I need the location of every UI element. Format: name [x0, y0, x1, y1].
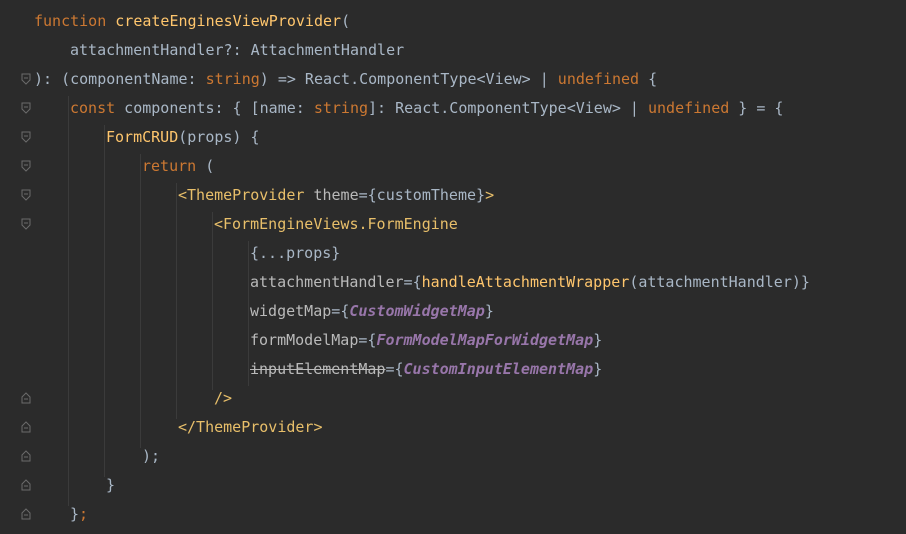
function-name: createEnginesViewProvider [115, 12, 342, 30]
code-line[interactable]: attachmentHandler?: AttachmentHandler [70, 36, 404, 65]
code-text: { [639, 70, 658, 88]
keyword: undefined [648, 99, 730, 117]
code-line[interactable]: const components: { [name: string]: Reac… [70, 94, 783, 123]
code-text: } [70, 505, 80, 523]
keyword: function [34, 12, 107, 30]
code-line[interactable]: <FormEngineViews.FormEngine [214, 210, 458, 239]
code-text: (props) { [178, 128, 260, 146]
fold-close-icon[interactable] [20, 392, 32, 404]
jsx-tag: > [485, 186, 495, 204]
keyword: string [205, 70, 260, 88]
code-text: ]: React.ComponentType<View> | [368, 99, 648, 117]
punctuation: { [394, 360, 404, 378]
punctuation: } [593, 360, 603, 378]
deprecated-attribute: inputElementMap [250, 360, 386, 378]
code-text: ): (componentName: [34, 70, 206, 88]
jsx-tag: /> [214, 389, 233, 407]
jsx-tag: <FormEngineViews.FormEngine [214, 215, 458, 233]
code-line[interactable]: return ( [142, 152, 214, 181]
fold-open-icon[interactable] [20, 131, 32, 143]
keyword: string [313, 99, 369, 117]
code-text: ( [196, 157, 215, 175]
fold-close-icon[interactable] [20, 421, 32, 433]
code-line[interactable]: formModelMap={FormModelMapForWidgetMap} [250, 326, 602, 355]
punctuation: } [484, 302, 494, 320]
punctuation: = [358, 186, 368, 204]
punctuation: = [385, 360, 395, 378]
indent-guide [140, 154, 141, 448]
punctuation: } [593, 331, 603, 349]
jsx-attribute: attachmentHandler [250, 273, 404, 291]
code-line[interactable]: ); [142, 442, 160, 471]
code-line[interactable]: <ThemeProvider theme={customTheme}> [178, 181, 494, 210]
code-text: (attachmentHandler) [629, 273, 801, 291]
code-text: components: { [name: [115, 99, 314, 117]
punctuation: : [232, 41, 251, 59]
code-line[interactable]: {...props} [250, 239, 340, 268]
code-text: ); [142, 447, 161, 465]
keyword: const [70, 99, 116, 117]
indent-guide [248, 241, 249, 386]
function-name: handleAttachmentWrapper [421, 273, 630, 291]
punctuation: ( [341, 12, 351, 30]
indent-guide [176, 183, 177, 419]
code-line[interactable]: </ThemeProvider> [178, 413, 323, 442]
code-text: } [106, 476, 116, 494]
punctuation: { [412, 273, 422, 291]
fold-open-icon[interactable] [20, 218, 32, 230]
jsx-value: {customTheme} [367, 186, 486, 204]
code-text: } = { [729, 99, 784, 117]
fold-open-icon[interactable] [20, 160, 32, 172]
code-line[interactable]: FormCRUD(props) { [106, 123, 260, 152]
constant-identifier: CustomWidgetMap [349, 302, 485, 320]
constant-identifier: CustomInputElementMap [403, 360, 594, 378]
punctuation: = [331, 302, 341, 320]
indent-guide [68, 96, 69, 506]
jsx-attribute: theme [304, 186, 359, 204]
punctuation: ; [79, 505, 89, 523]
type-name: AttachmentHandler [250, 41, 405, 59]
fold-open-icon[interactable] [20, 102, 32, 114]
jsx-attribute: widgetMap [250, 302, 332, 320]
punctuation: { [340, 302, 350, 320]
code-line[interactable]: inputElementMap={CustomInputElementMap} [250, 355, 602, 384]
code-line[interactable]: /> [214, 384, 232, 413]
fold-close-icon[interactable] [20, 450, 32, 462]
code-text: {...props} [250, 244, 341, 262]
constant-identifier: FormModelMapForWidgetMap [376, 331, 594, 349]
editor-gutter [0, 0, 34, 534]
jsx-attribute: formModelMap [250, 331, 359, 349]
code-line[interactable]: } [106, 471, 115, 500]
punctuation: = [403, 273, 413, 291]
code-line[interactable]: widgetMap={CustomWidgetMap} [250, 297, 494, 326]
fold-close-icon[interactable] [20, 508, 32, 520]
jsx-tag: </ThemeProvider> [178, 418, 323, 436]
indent-guide [104, 125, 105, 477]
code-line[interactable]: ): (componentName: string) => React.Comp… [34, 65, 657, 94]
indent-guide [212, 212, 213, 390]
fold-close-icon[interactable] [20, 479, 32, 491]
code-line[interactable]: attachmentHandler={handleAttachmentWrapp… [250, 268, 810, 297]
punctuation: } [800, 273, 810, 291]
parameter: attachmentHandler? [70, 41, 233, 59]
code-text: ) => React.ComponentType<View> | [259, 70, 558, 88]
fold-open-icon[interactable] [20, 189, 32, 201]
keyword: return [142, 157, 197, 175]
fold-open-icon[interactable] [20, 73, 32, 85]
jsx-tag: <ThemeProvider [178, 186, 305, 204]
code-line[interactable]: function createEnginesViewProvider( [34, 7, 350, 36]
code-line[interactable]: }; [70, 500, 88, 529]
code-editor[interactable]: function createEnginesViewProvider( atta… [0, 0, 906, 534]
function-name: FormCRUD [106, 128, 179, 146]
keyword: undefined [557, 70, 640, 88]
